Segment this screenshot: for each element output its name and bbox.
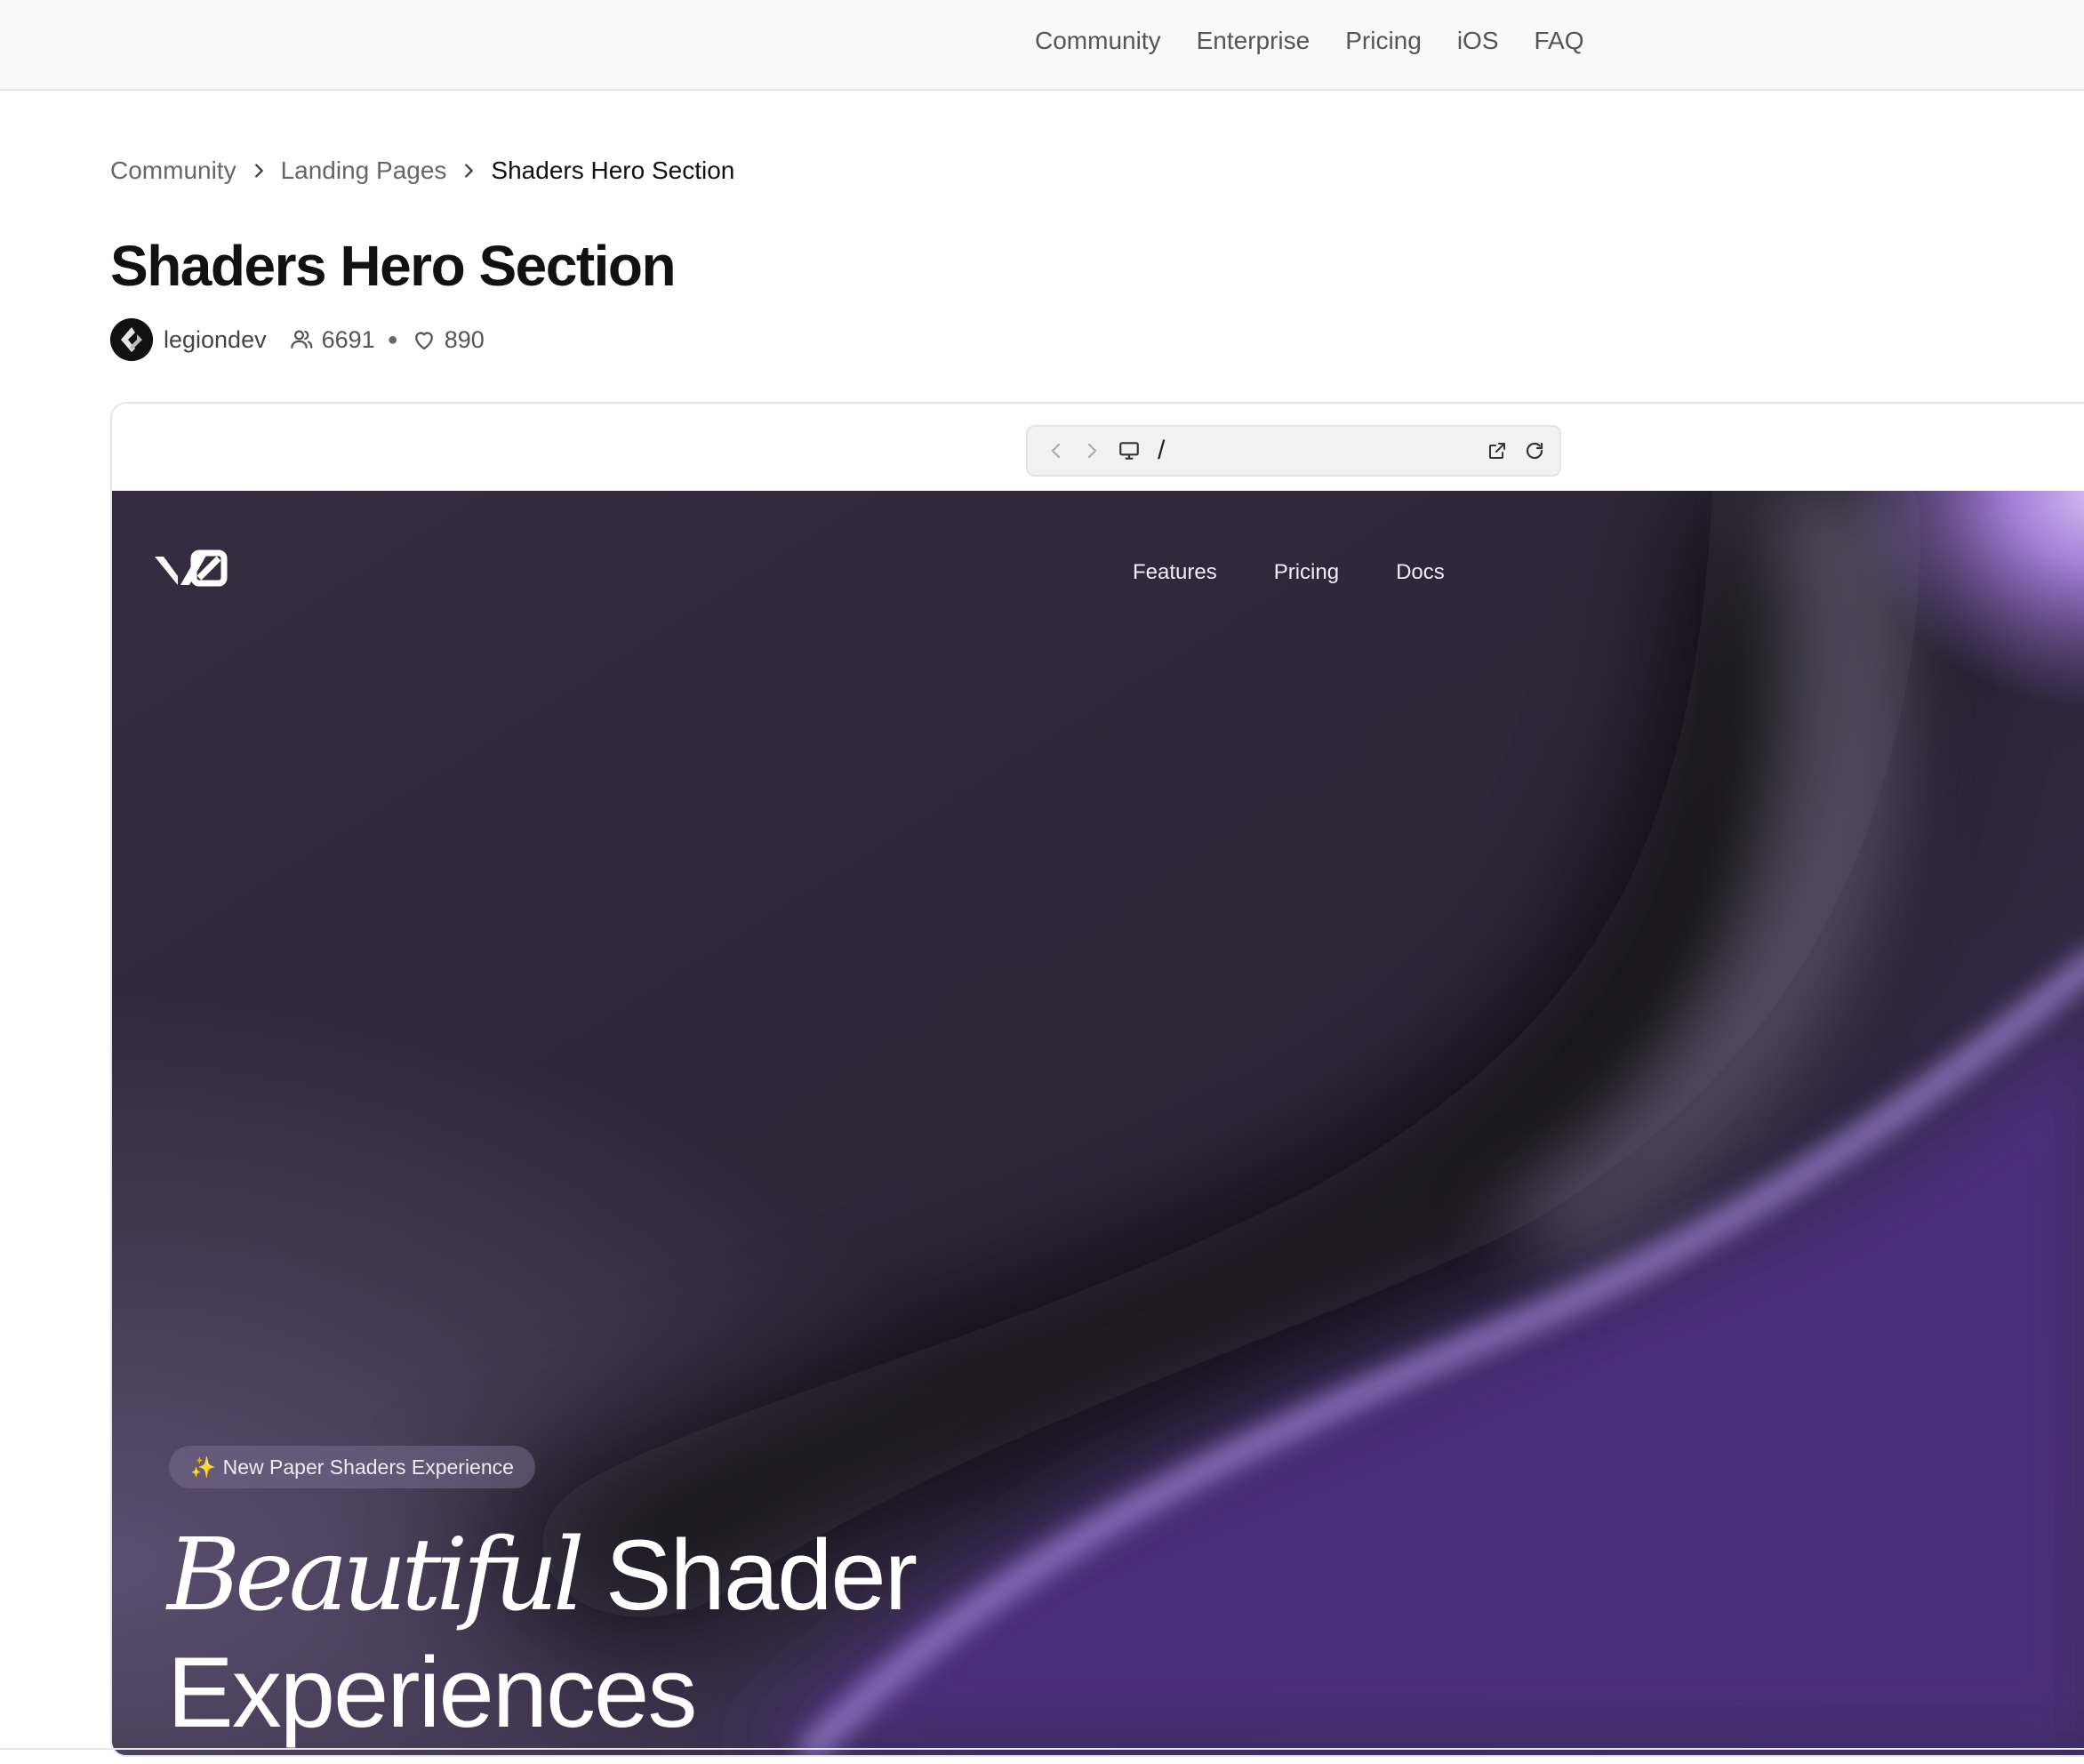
chevron-right-icon bbox=[249, 161, 269, 180]
sparkles-icon: ✨ bbox=[190, 1455, 216, 1479]
top-navigation-bar: Community Enterprise Pricing iOS FAQ bbox=[0, 0, 2084, 91]
like-count: 890 bbox=[444, 325, 485, 353]
component-meta: legiondev 6691 ● 890 bbox=[110, 317, 485, 362]
author-name[interactable]: legiondev bbox=[164, 326, 267, 354]
back-icon[interactable] bbox=[1044, 438, 1069, 463]
v0-logo-icon[interactable] bbox=[155, 549, 228, 587]
breadcrumb: Community Landing Pages Shaders Hero Sec… bbox=[110, 156, 734, 185]
headline-rest: Shader bbox=[579, 1519, 918, 1631]
forward-icon[interactable] bbox=[1079, 438, 1104, 463]
nav-ios-link[interactable]: iOS bbox=[1457, 27, 1499, 55]
nav-community-link[interactable]: Community bbox=[1035, 27, 1161, 55]
nav-faq-link[interactable]: FAQ bbox=[1535, 27, 1584, 55]
breadcrumb-current: Shaders Hero Section bbox=[491, 156, 735, 184]
hero-nav-pricing[interactable]: Pricing bbox=[1274, 560, 1339, 585]
chevron-right-icon bbox=[459, 161, 478, 180]
heart-icon[interactable] bbox=[411, 326, 437, 353]
avatar[interactable] bbox=[110, 318, 153, 361]
nav-pricing-link[interactable]: Pricing bbox=[1345, 27, 1422, 55]
author-logo-icon bbox=[110, 318, 153, 361]
breadcrumb-community-link[interactable]: Community bbox=[110, 156, 236, 185]
badge-text: New Paper Shaders Experience bbox=[222, 1455, 514, 1479]
hero-preview: Features Pricing Docs ✨ New Paper Shader… bbox=[112, 491, 2084, 1755]
nav-enterprise-link[interactable]: Enterprise bbox=[1197, 27, 1311, 55]
preview-toolbar: / bbox=[112, 404, 2084, 491]
headline-italic: Beautiful bbox=[167, 1518, 585, 1633]
refresh-icon[interactable] bbox=[1522, 438, 1547, 463]
view-count: 6691 bbox=[321, 325, 375, 353]
preview-frame: / Features Pricing Docs ✨ New Paper Shad… bbox=[110, 402, 2084, 1757]
hero-nav-features[interactable]: Features bbox=[1133, 560, 1217, 585]
hero-headline: Beautiful Shader Experiences bbox=[167, 1517, 918, 1752]
open-external-icon[interactable] bbox=[1485, 438, 1510, 463]
hero-nav: Features Pricing Docs bbox=[1133, 560, 1445, 585]
preview-url-bar: / bbox=[1026, 425, 1561, 477]
desktop-icon[interactable] bbox=[1117, 438, 1142, 463]
users-icon bbox=[288, 326, 315, 353]
breadcrumb-landing-pages-link[interactable]: Landing Pages bbox=[281, 156, 447, 185]
page-title: Shaders Hero Section bbox=[110, 234, 677, 298]
page-divider bbox=[0, 1748, 2084, 1750]
url-path[interactable]: / bbox=[1158, 436, 1165, 466]
separator-dot: ● bbox=[387, 329, 398, 349]
announcement-badge[interactable]: ✨ New Paper Shaders Experience bbox=[169, 1446, 535, 1488]
hero-nav-docs[interactable]: Docs bbox=[1396, 560, 1445, 585]
top-nav-links: Community Enterprise Pricing iOS FAQ bbox=[1035, 27, 1584, 55]
headline-line2: Experiences bbox=[167, 1637, 697, 1748]
